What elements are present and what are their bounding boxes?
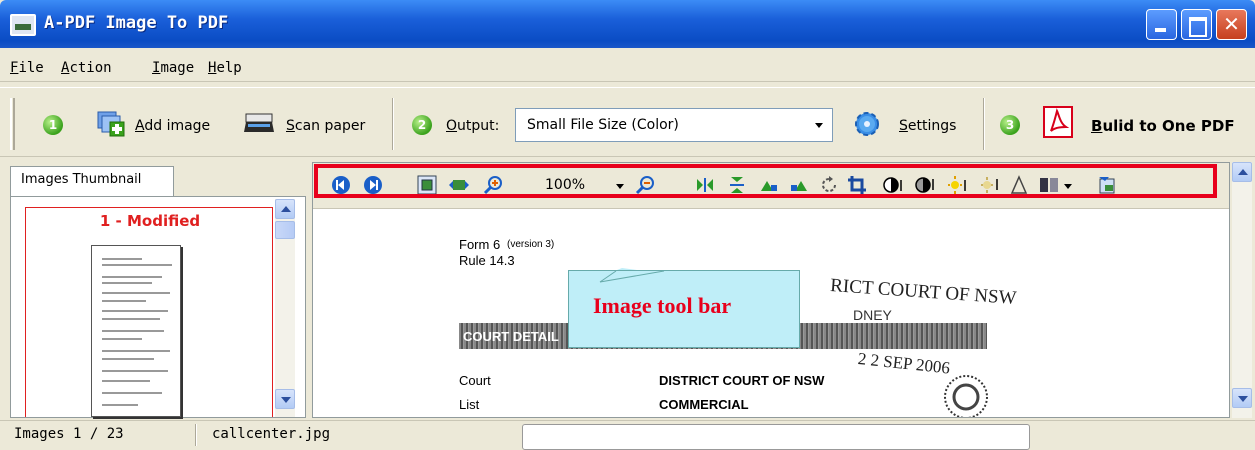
doc-court-label: Court [459, 373, 491, 388]
thumbnail-card[interactable]: 1 - Modified [25, 207, 273, 417]
output-select[interactable]: Small File Size (Color) [515, 108, 833, 142]
image-toolbar-highlight [314, 164, 1217, 198]
viewer-scroll-down-icon[interactable] [1232, 388, 1252, 408]
viewer-scroll-up-icon[interactable] [1232, 162, 1252, 182]
output-value: Small File Size (Color) [527, 117, 679, 133]
scroll-thumb[interactable] [275, 221, 295, 239]
menu-bar: File Action Image Help [0, 56, 1255, 82]
maximize-button[interactable] [1181, 9, 1212, 40]
court-seal-icon [944, 375, 988, 417]
step-two-badge: 2 [412, 115, 432, 135]
image-toolbar: 100% [313, 163, 1229, 209]
doc-version: (version 3) [507, 239, 555, 250]
status-image-count: Images 1 / 23 [14, 426, 124, 442]
output-label: Output: [446, 118, 500, 134]
doc-court-header: RICT COURT OF NSW [829, 275, 1018, 309]
menu-file[interactable]: File [10, 60, 44, 76]
thumbnail-label: 1 - Modified [99, 212, 201, 230]
step-three-badge: 3 [1000, 115, 1020, 135]
step-one-badge: 1 [43, 115, 63, 135]
close-button[interactable]: ✕ [1216, 9, 1247, 40]
thumbnail-scrollbar[interactable] [275, 199, 295, 417]
doc-court-value: DISTRICT COURT OF NSW [659, 373, 825, 388]
viewer-scrollbar[interactable] [1232, 162, 1252, 418]
image-toolbar-callout: Image tool bar [568, 270, 800, 348]
chevron-down-icon[interactable] [808, 111, 830, 139]
scroll-up-icon[interactable] [275, 199, 295, 219]
pdf-icon [1043, 106, 1073, 138]
app-icon [10, 14, 36, 36]
build-pdf-label: Bulid to One PDF [1091, 117, 1235, 135]
scroll-down-icon[interactable] [275, 389, 295, 409]
status-filename: callcenter.jpg [212, 426, 331, 442]
doc-form: Form 6 [459, 237, 501, 252]
thumbnail-image [91, 245, 181, 417]
status-progress [522, 424, 1030, 450]
toolbar-separator [983, 98, 985, 150]
status-divider [195, 424, 197, 446]
scanner-icon [244, 113, 274, 132]
add-image-label: Add image [135, 118, 211, 134]
doc-date-stamp: 2 2 SEP 2006 [857, 349, 951, 378]
tab-images-thumbnail[interactable]: Images Thumbnail [10, 166, 174, 196]
gear-icon [855, 112, 879, 136]
status-bar: Images 1 / 23 callcenter.jpg [0, 420, 1255, 450]
main-toolbar: 1 Add image Scan paper 2 Output: Small F… [0, 87, 1255, 157]
doc-rule: Rule 14.3 [459, 253, 515, 268]
menu-image[interactable]: Image [152, 60, 194, 76]
doc-sydney: DNEY [853, 307, 892, 323]
menu-help[interactable]: Help [208, 60, 242, 76]
add-image-icon [97, 111, 125, 137]
settings-label: Settings [899, 118, 957, 134]
close-icon: ✕ [1223, 12, 1240, 36]
title-bar: A-PDF Image To PDF ✕ [0, 0, 1255, 48]
scan-paper-label: Scan paper [286, 118, 366, 134]
minimize-button[interactable] [1146, 9, 1177, 40]
doc-list-label: List [459, 397, 480, 412]
doc-court-details: COURT DETAIL [463, 329, 559, 344]
thumbnail-panel: 1 - Modified [10, 196, 306, 418]
menu-action[interactable]: Action [61, 60, 112, 76]
toolbar-grip[interactable] [10, 98, 15, 150]
doc-list-value: COMMERCIAL [659, 397, 749, 412]
window-title: A-PDF Image To PDF [44, 13, 229, 33]
toolbar-separator [392, 98, 394, 150]
